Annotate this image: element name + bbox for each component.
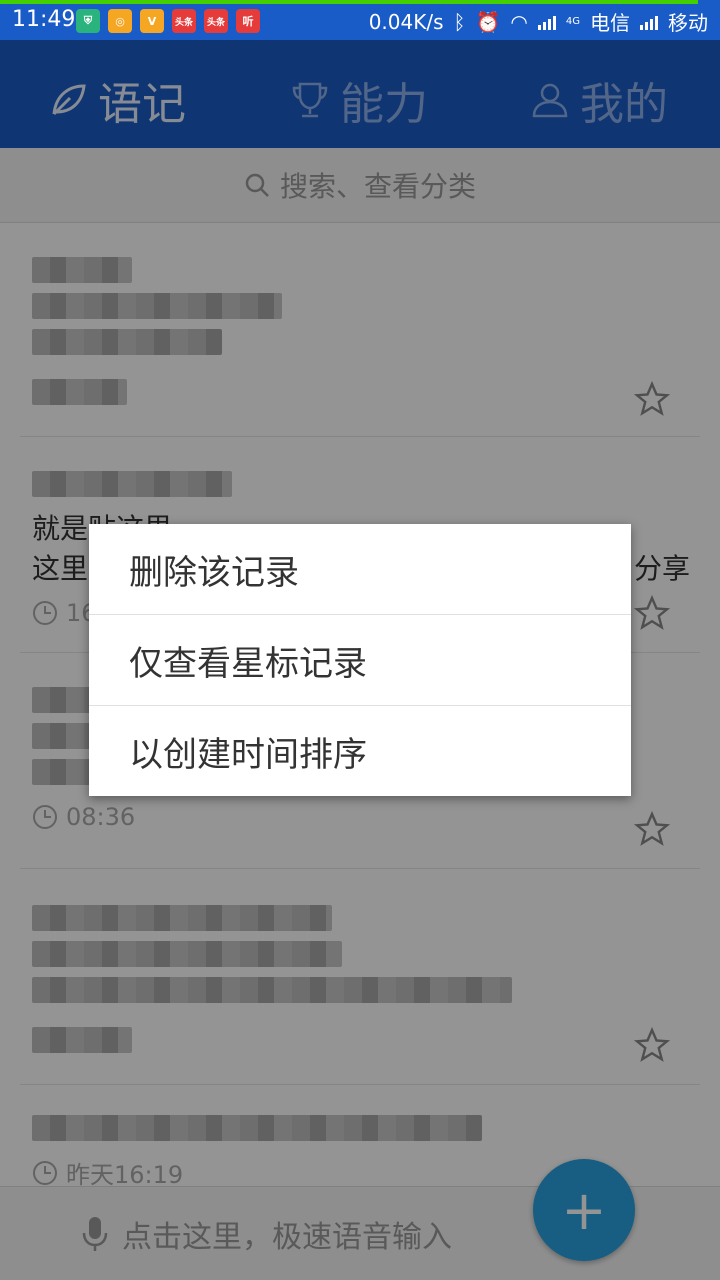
- alarm-icon: ⏰: [475, 9, 501, 34]
- menu-item-starred-only[interactable]: 仅查看星标记录: [89, 615, 631, 706]
- signal-icon: [640, 14, 658, 30]
- notification-icons: ⛨ ◎ V 头条 头条 听: [76, 9, 260, 33]
- status-time: 11:49: [12, 7, 76, 32]
- signal-icon: [537, 14, 556, 30]
- status-right: 0.04K/s ᛒ ⏰ ◠ 4G 电信 移动: [369, 7, 708, 36]
- status-bar: 11:49 ⛨ ◎ V 头条 头条 听 0.04K/s ᛒ ⏰ ◠ 4G 电信 …: [0, 0, 720, 40]
- carrier-2: 移动: [668, 11, 708, 35]
- v-app-icon: V: [140, 9, 164, 33]
- shield-app-icon: ⛨: [76, 9, 100, 33]
- network-type: 4G: [565, 16, 580, 27]
- context-menu: 删除该记录 仅查看星标记录 以创建时间排序: [89, 524, 631, 796]
- loading-progress-line: [0, 0, 698, 4]
- toutiao-app-icon: 头条: [204, 9, 228, 33]
- toutiao-app-icon: 头条: [172, 9, 196, 33]
- network-speed: 0.04K/s: [368, 9, 444, 34]
- listen-app-icon: 听: [236, 9, 260, 33]
- bluetooth-icon: ᛒ: [453, 9, 466, 34]
- carrier-1: 电信: [590, 11, 630, 35]
- chat-app-icon: ◎: [108, 9, 132, 33]
- menu-item-delete-record[interactable]: 删除该记录: [89, 524, 631, 615]
- menu-item-sort-by-created[interactable]: 以创建时间排序: [89, 706, 631, 796]
- wifi-icon: ◠: [510, 9, 528, 34]
